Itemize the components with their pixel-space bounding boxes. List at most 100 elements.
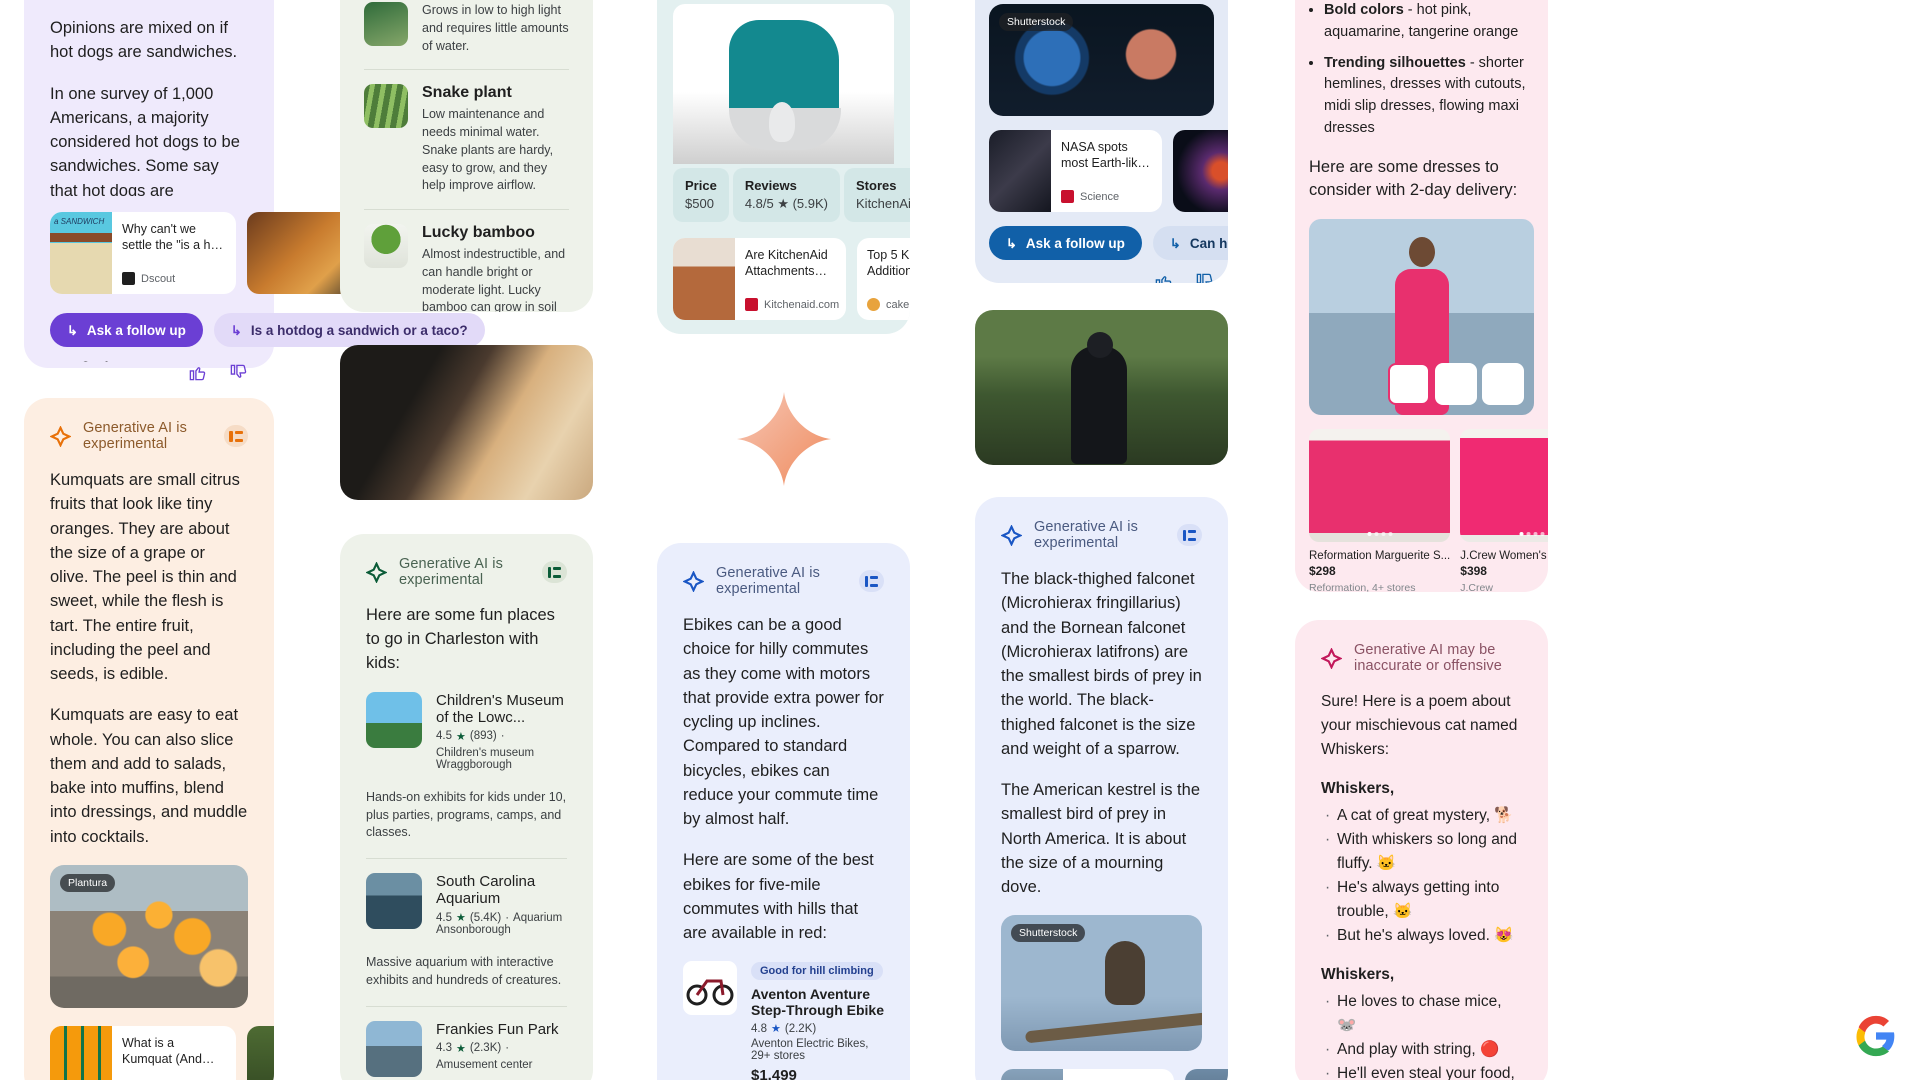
source-card[interactable]: What is a Kumquat (And How Do You Eat...… [50,1025,236,1080]
card-dresses: Bold colors - hot pink, aquamarine, tang… [1295,0,1548,592]
hotdog-paragraph: Opinions are mixed on if hot dogs are sa… [50,19,238,62]
poem-line: He's always getting into trouble, 🐱 [1321,876,1522,924]
separator: · [505,911,510,924]
list-item[interactable]: Grows in low to high light and requires … [364,2,569,69]
place-rating: 4.5 ★ (5.4K) · Aquarium [436,911,567,925]
card-forest-video[interactable] [975,310,1228,465]
spec-cell: Reviews 4.8/5 ★ (5.9K) [732,168,841,222]
view-toggle-button[interactable] [223,425,248,447]
stanza-lines: A cat of great mystery, 🐕 With whiskers … [1321,804,1522,948]
suggestion-chip[interactable]: ↳ Can humans live on Kepler 452b? [1152,226,1228,260]
experimental-label: Generative AI is experimental [1034,519,1138,551]
star-icon: ★ [456,1042,466,1055]
source-card[interactable] [1185,1069,1228,1080]
view-toggle-button[interactable] [1177,524,1202,546]
thumbs-up-icon[interactable] [188,363,207,382]
product-store: Reformation, 4+ stores [1309,582,1416,592]
ask-follow-up-button[interactable]: ↳ Ask a follow up [50,313,203,347]
product-store: Aventon Electric Bikes, 29+ stores [751,1038,869,1063]
card-kitchenaid: Price $500 Reviews 4.8/5 ★ (5.9K) Stores… [657,0,910,334]
place-item[interactable]: South Carolina Aquarium 4.5 ★ (5.4K) · A… [366,859,567,950]
falcon-paragraph: The black-thighed falconet (Microhierax … [1001,570,1202,758]
place-description: Hands-on exhibits for kids under 10, plu… [366,789,567,840]
kitchenaid-specs: Price $500 Reviews 4.8/5 ★ (5.9K) Stores… [673,168,910,222]
source-meta: Science [1061,190,1152,203]
card-charleston: Generative AI is experimental Here are s… [340,534,593,1080]
variant-thumb[interactable] [1482,363,1524,406]
carousel-dots[interactable] [1367,532,1393,537]
ebikes-header: Generative AI is experimental [683,565,884,597]
product-price: $398 [1460,564,1487,579]
poem-line: With whiskers so long and fluffy. 🐱 [1321,828,1522,876]
poem-line: He loves to chase mice, 🐭 [1321,990,1522,1038]
kitchenaid-product-image [673,4,894,164]
loading-sparkle [735,390,833,488]
screenshot-root: Opinions are mixed on if hot dogs are sa… [0,0,1920,1080]
thumbs-up-icon[interactable] [1154,272,1173,283]
kumquat-body: Kumquats are small citrus fruits that lo… [50,468,248,849]
ask-follow-up-button[interactable]: ↳ Ask a follow up [989,226,1142,260]
disclaimer-label: Generative AI may be inaccurate or offen… [1354,642,1502,674]
source-card[interactable]: NASA spots most Earth-like planet yet Sc… [989,130,1162,212]
kitchenaid-sources: Are KitchenAid Attachments and... Kitche… [673,238,910,320]
card-video-thumbnail[interactable] [340,345,593,500]
review-count: (2.3K) [469,1042,502,1055]
review-count: (893) [469,730,497,743]
thumbs-down-icon[interactable] [229,363,248,382]
bullet-bold: Trending silhouettes [1324,54,1466,71]
product-name: Aventon Aventure Step-Through Ebike [751,986,884,1019]
mixer-beater-shape [769,102,795,142]
place-item[interactable]: Children's Museum of the Lowc... 4.5 ★ (… [366,676,567,785]
source-thumbnail [1173,130,1228,212]
plants-list: Grows in low to high light and requires … [364,2,569,312]
source-meta: Dscout [122,272,226,285]
space-hero-image: Shutterstock [989,4,1214,116]
view-toggle-button[interactable] [859,570,884,592]
source-card[interactable]: Top 5 Kitchen Addition to... cakemaker..… [857,238,910,320]
variant-thumb[interactable] [1435,363,1477,406]
source-card[interactable] [1173,130,1228,212]
variant-thumb[interactable] [1388,363,1430,406]
place-item[interactable]: Frankies Fun Park 4.3 ★ (2.3K) · Amuseme… [366,1007,567,1080]
card-kumquat: Generative AI is experimental Kumquats a… [24,398,274,1080]
separator: · [505,1042,510,1055]
spec-key: Stores [856,178,897,193]
poem-line: A cat of great mystery, 🐕 [1321,804,1522,828]
dress-product-grid: Reformation Marguerite S... $298 Reforma… [1309,429,1548,592]
kumquat-sources: What is a Kumquat (And How Do You Eat...… [50,1025,274,1080]
carousel-dots[interactable] [1519,532,1545,537]
suggestion-chip[interactable]: ↳ Is a hotdog a sandwich or a taco? [213,313,485,347]
experimental-label: Generative AI is experimental [399,556,503,588]
list-item[interactable]: Lucky bamboo Almost indestructible, and … [364,210,569,312]
plant-thumbnail [364,2,408,46]
spec-cell: Price $500 [673,168,729,222]
bullet-bold: Bold colors [1324,2,1404,18]
product-item[interactable]: Good for hill climbing Aventon Aventure … [683,945,884,1080]
thumbnail-strip[interactable] [1388,363,1524,406]
source-card[interactable]: Are KitchenAid Attachments and... Kitche… [673,238,846,320]
view-toggle-button[interactable] [542,561,567,583]
product-tile[interactable]: Reformation Marguerite S... $298 Reforma… [1309,429,1451,592]
source-meta: cakemaker... [867,298,910,311]
place-category: Aquarium [513,911,563,924]
kumquat-paragraph: Kumquats are small citrus fruits that lo… [50,471,240,683]
source-card[interactable] [247,1025,274,1080]
thumbs-down-icon[interactable] [1195,272,1214,283]
poem-body: Sure! Here is a poem about your mischiev… [1321,690,1522,1080]
product-tile[interactable]: J.Crew Women's Collectio... $398 J.Crew [1460,429,1548,592]
review-count: (2.2K) [784,1022,817,1035]
source-thumbnail [1185,1069,1228,1080]
rating-value: 4.8 [751,1022,767,1035]
sparkle-icon [366,561,387,583]
favicon-icon [122,272,135,285]
source-thumbnail [989,130,1051,212]
reply-arrow-icon: ↳ [230,322,242,338]
list-item[interactable]: Snake plant Low maintenance and needs mi… [364,70,569,209]
hotdog-actions: ↳ Ask a follow up ↳ Is a hotdog a sandwi… [50,313,485,347]
source-card[interactable]: This Tiny Adorable Bird Is The World's S… [1001,1069,1174,1080]
separator: · [500,730,505,743]
source-card[interactable]: a SANDWICH Why can't we settle the "is a… [50,212,236,294]
bird-body [1105,941,1145,1006]
source-site: Kitchenaid.com [764,298,840,311]
charleston-header: Generative AI is experimental [366,556,567,588]
